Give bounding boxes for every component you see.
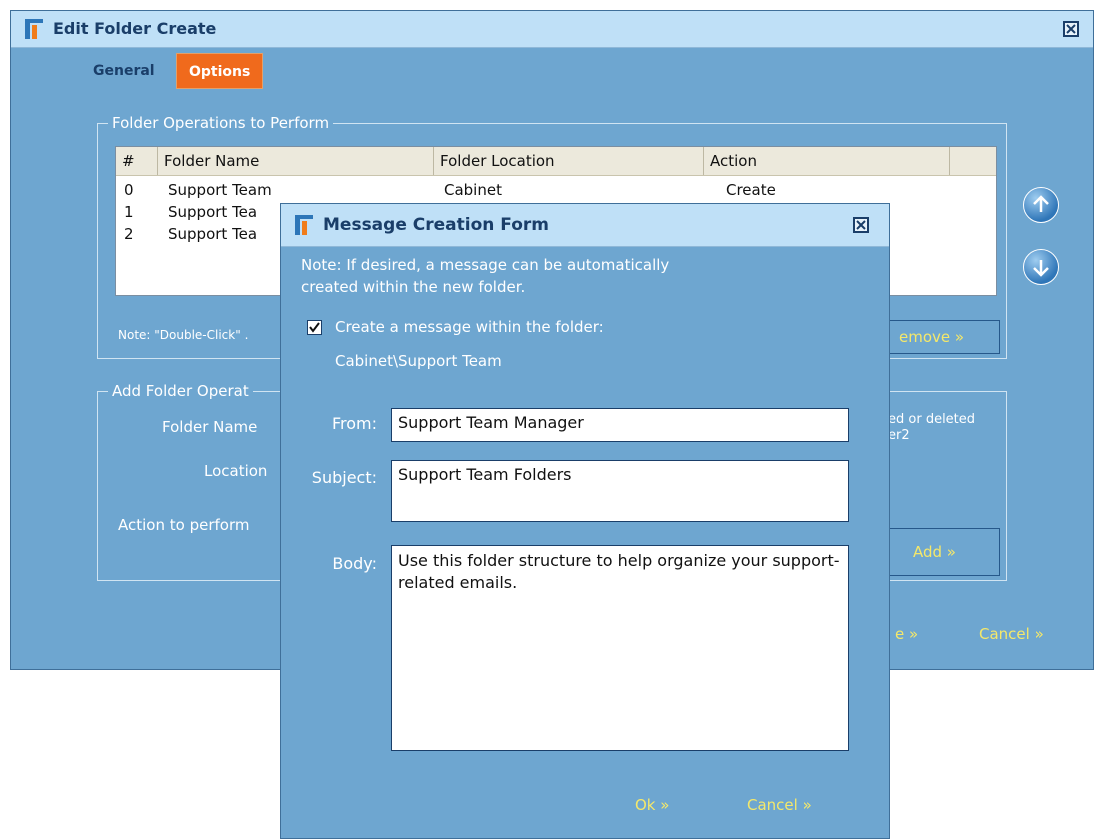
- arrow-down-icon: [1033, 260, 1049, 277]
- row-num: 2: [124, 225, 134, 243]
- column-header-num[interactable]: #: [116, 147, 158, 175]
- tab-bar: General Options: [11, 48, 1093, 94]
- side-note-line2: er2: [888, 428, 910, 443]
- column-header-folder-name[interactable]: Folder Name: [158, 147, 434, 175]
- move-down-button[interactable]: [1023, 249, 1059, 285]
- message-creation-form-dialog: Message Creation Form Note: If desired, …: [280, 203, 890, 839]
- app-logo-icon: [25, 19, 45, 39]
- side-note-line1: ed or deleted: [888, 412, 976, 427]
- folder-path: Cabinet\Support Team: [335, 352, 502, 370]
- modal-cancel-button[interactable]: Cancel »: [747, 796, 812, 814]
- modal-note-line1: Note: If desired, a message can be autom…: [301, 256, 670, 274]
- row-num: 0: [124, 181, 134, 199]
- body-label: Body:: [332, 554, 377, 573]
- main-window-title: Edit Folder Create: [53, 19, 217, 38]
- modal-title: Message Creation Form: [323, 215, 549, 235]
- location-label: Location: [204, 462, 268, 480]
- modal-note-line2: created within the new folder.: [301, 278, 526, 296]
- tab-general[interactable]: General: [81, 53, 167, 89]
- row-num: 1: [124, 203, 134, 221]
- arrow-up-icon: [1033, 195, 1049, 212]
- folder-operations-legend: Folder Operations to Perform: [108, 114, 334, 132]
- table-header: # Folder Name Folder Location Action: [116, 147, 996, 176]
- main-cancel-button[interactable]: Cancel »: [979, 625, 1044, 643]
- move-up-button[interactable]: [1023, 187, 1059, 223]
- subject-input[interactable]: Support Team Folders: [391, 460, 849, 522]
- close-icon[interactable]: [853, 217, 869, 233]
- folder-name-label: Folder Name: [162, 418, 258, 436]
- checkmark-icon: [309, 322, 320, 333]
- row-folder-name: Support Team: [168, 181, 272, 199]
- column-header-action[interactable]: Action: [704, 147, 950, 175]
- tab-options[interactable]: Options: [176, 53, 264, 89]
- row-folder-name: Support Tea: [168, 225, 258, 243]
- add-button-label: Add »: [913, 543, 956, 561]
- modal-titlebar: Message Creation Form: [281, 204, 889, 247]
- subject-label: Subject:: [311, 468, 377, 487]
- ok-button[interactable]: Ok »: [635, 796, 669, 814]
- action-to-perform-label: Action to perform: [118, 516, 250, 534]
- from-input[interactable]: Support Team Manager: [391, 408, 849, 442]
- remove-button-label: emove »: [899, 328, 965, 346]
- double-click-note: Note: "Double-Click" .: [118, 328, 249, 342]
- row-folder-name: Support Tea: [168, 203, 258, 221]
- body-textarea[interactable]: Use this folder structure to help organi…: [391, 545, 849, 751]
- create-message-checkbox[interactable]: [307, 320, 322, 335]
- add-folder-operation-legend: Add Folder Operat: [108, 382, 253, 400]
- from-label: From:: [331, 414, 377, 433]
- row-action: Create: [726, 181, 776, 199]
- main-titlebar: Edit Folder Create: [11, 11, 1093, 48]
- create-message-label: Create a message within the folder:: [335, 318, 604, 336]
- column-header-folder-location[interactable]: Folder Location: [434, 147, 704, 175]
- save-button[interactable]: e »: [895, 625, 918, 643]
- close-icon[interactable]: [1063, 21, 1079, 37]
- app-logo-icon: [295, 215, 315, 235]
- table-row[interactable]: 0 Support Team Cabinet Create: [116, 179, 996, 201]
- row-folder-location: Cabinet: [444, 181, 502, 199]
